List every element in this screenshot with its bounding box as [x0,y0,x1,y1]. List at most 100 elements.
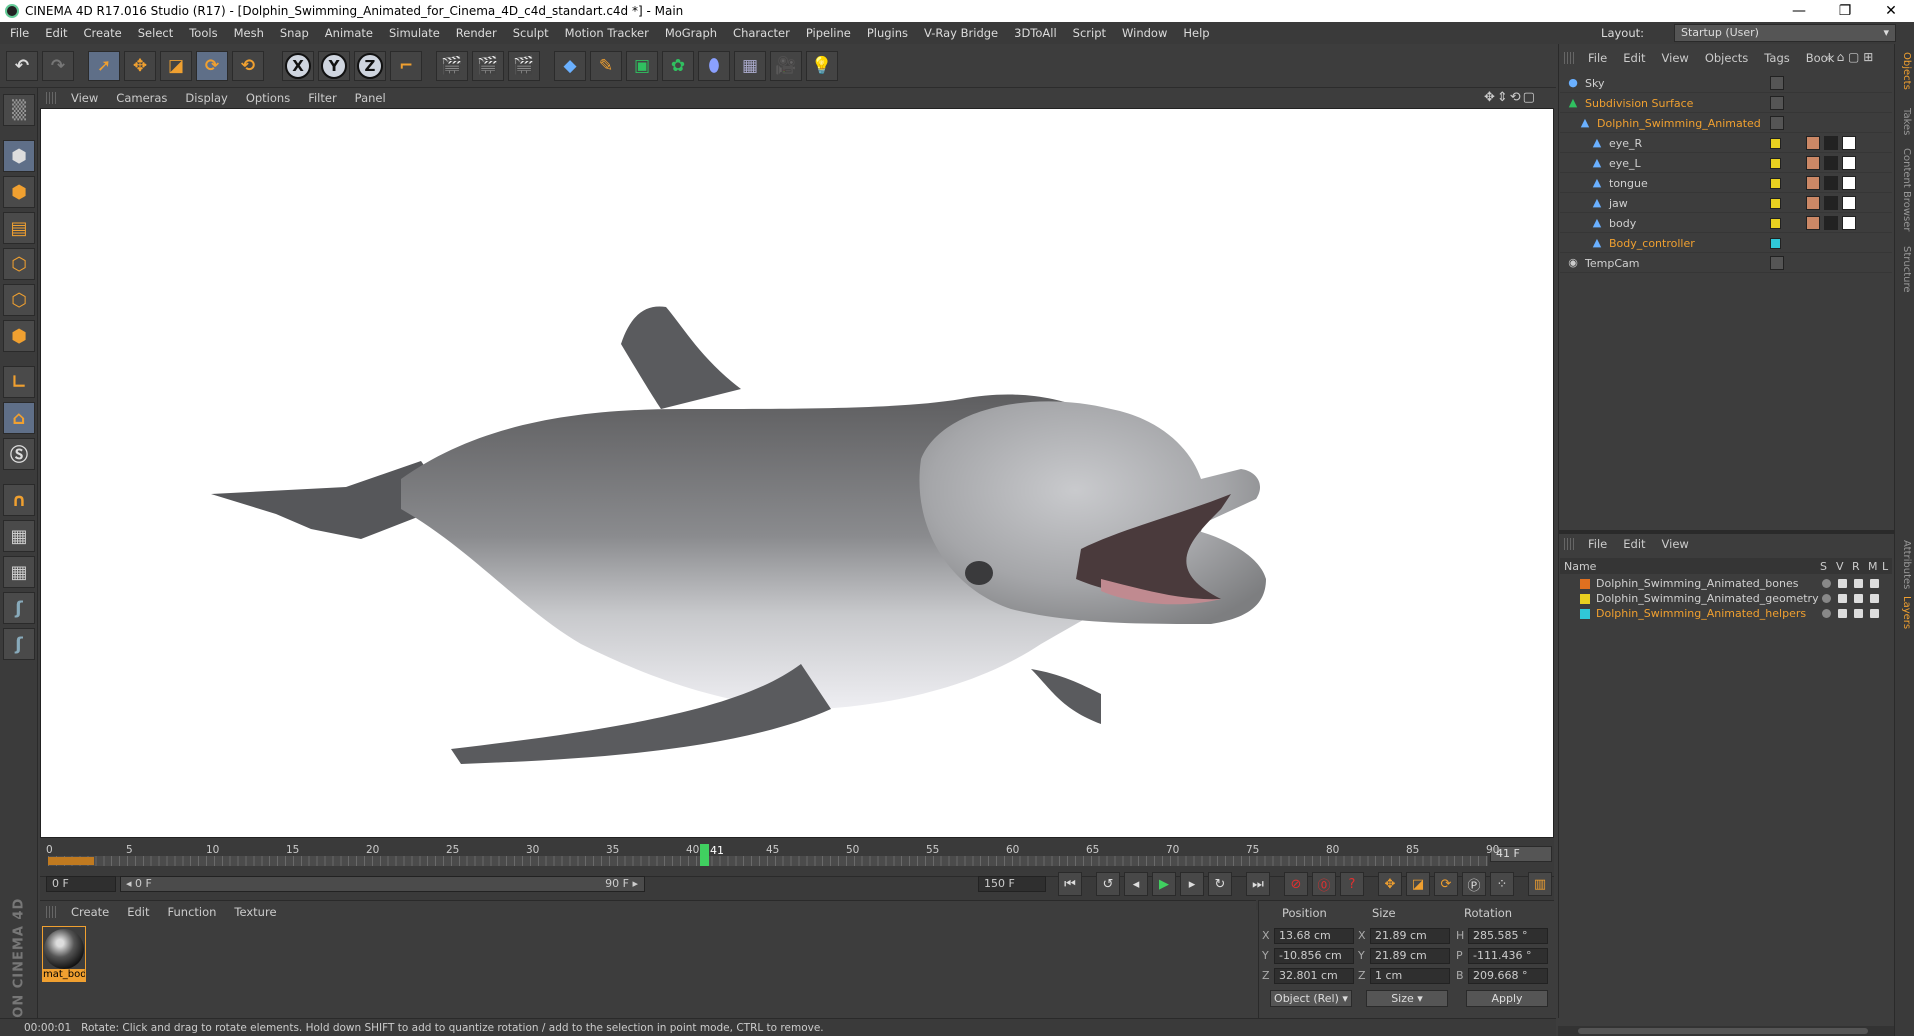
menu-mesh[interactable]: Mesh [226,26,272,40]
close-button[interactable]: ✕ [1868,0,1914,22]
rotation-b-field[interactable]: 209.668 ° [1468,968,1548,984]
side-tab-content-browser[interactable]: Content Browser [1901,148,1912,231]
material-tag-icon[interactable] [1806,196,1820,210]
viewport-menu-view[interactable]: View [62,91,107,105]
polygons-mode-button[interactable]: ⬢ [3,320,35,352]
add-deformer-button[interactable]: ⬮ [698,51,730,81]
next-frame-button[interactable]: ▸ [1180,872,1204,896]
timeline-track[interactable] [48,856,1488,866]
recent-tool-button[interactable]: ⟲ [232,51,264,81]
python-script-button[interactable]: ʃ [3,592,35,624]
menu-sculpt[interactable]: Sculpt [505,26,557,40]
next-key-button[interactable]: ↻ [1208,872,1232,896]
scrollbar-thumb[interactable] [1578,1028,1868,1034]
viewport-menu-panel[interactable]: Panel [346,91,395,105]
object-menu-edit[interactable]: Edit [1615,51,1653,65]
coordinate-mode-select[interactable]: Object (Rel) ▾ [1270,990,1352,1007]
menu-snap[interactable]: Snap [272,26,317,40]
viewport-menu-display[interactable]: Display [176,91,236,105]
viewport[interactable] [40,108,1554,838]
object-menu-view[interactable]: View [1654,51,1697,65]
material-tag-icon[interactable] [1842,176,1856,190]
render-toggle[interactable] [1854,594,1863,603]
size-x-field[interactable]: 21.89 cm [1370,928,1450,944]
menu-tools[interactable]: Tools [181,26,225,40]
visible-toggle[interactable] [1838,594,1847,603]
menu-animate[interactable]: Animate [317,26,381,40]
viewport-menu-filter[interactable]: Filter [299,91,345,105]
material-tag-icon[interactable] [1842,216,1856,230]
visibility-toggle[interactable] [1770,76,1784,90]
texture-mode-button[interactable]: ⬢ [3,176,35,208]
preview-range-slider[interactable]: ◂ 0 F 90 F ▸ [120,876,645,892]
autokey-button[interactable]: ⓪ [1312,872,1336,896]
side-tab-structure[interactable]: Structure [1901,246,1912,293]
add-subdivision-button[interactable]: ▣ [626,51,658,81]
x-axis-button[interactable]: X [282,51,314,81]
material-tag-icon[interactable] [1824,196,1838,210]
add-light-button[interactable]: 💡 [806,51,838,81]
key-scale-button[interactable]: ◪ [1406,872,1430,896]
material-menu-function[interactable]: Function [159,905,226,919]
add-spline-button[interactable]: ✎ [590,51,622,81]
menu-motion-tracker[interactable]: Motion Tracker [557,26,657,40]
manager-toggle[interactable] [1870,609,1879,618]
menu-simulate[interactable]: Simulate [381,26,448,40]
render-picture-viewer-button[interactable]: 🎬 [472,51,504,81]
keyframe-selection-button[interactable]: ? [1340,872,1364,896]
manager-toggle[interactable] [1870,579,1879,588]
live-selection-button[interactable]: ➚ [88,51,120,81]
side-tab-takes[interactable]: Takes [1901,108,1912,135]
key-position-button[interactable]: ✥ [1378,872,1402,896]
timeline-window-button[interactable]: ▥ [1528,872,1552,896]
menu-pipeline[interactable]: Pipeline [798,26,859,40]
material-menu-create[interactable]: Create [62,905,118,919]
undo-button[interactable]: ↶ [6,51,38,81]
material-menu-edit[interactable]: Edit [118,905,158,919]
key-pla-button[interactable]: ⁘ [1490,872,1514,896]
key-parameter-button[interactable]: Ⓟ [1462,872,1486,896]
solo-toggle[interactable] [1822,579,1831,588]
dolphin-model[interactable] [41,109,1553,837]
previous-key-button[interactable]: ↺ [1096,872,1120,896]
object-menu-objects[interactable]: Objects [1697,51,1756,65]
size-z-field[interactable]: 1 cm [1370,968,1450,984]
solo-toggle[interactable] [1822,594,1831,603]
menu-script[interactable]: Script [1065,26,1114,40]
workplane-mode-button[interactable]: ▤ [3,212,35,244]
layer-menu-view[interactable]: View [1654,537,1697,551]
layer-menu-file[interactable]: File [1580,537,1615,551]
menu-mograph[interactable]: MoGraph [657,26,725,40]
object-row[interactable]: ▲ tongue [1560,174,1892,193]
scale-tool-button[interactable]: ◪ [160,51,192,81]
object-row[interactable]: ▲ Subdivision Surface [1560,94,1892,113]
menu-create[interactable]: Create [76,26,130,40]
rotation-h-field[interactable]: 285.585 ° [1468,928,1548,944]
playhead[interactable] [700,844,709,866]
material-tag-icon[interactable] [1806,176,1820,190]
render-view-button[interactable]: 🎬 [436,51,468,81]
object-row[interactable]: ▲ Dolphin_Swimming_Animated [1560,114,1892,133]
z-axis-button[interactable]: Z [354,51,386,81]
manager-toggle[interactable] [1870,594,1879,603]
menu-plugins[interactable]: Plugins [859,26,916,40]
material-tag-icon[interactable] [1824,216,1838,230]
lock-workplane-button[interactable]: ▦ [3,520,35,552]
add-floor-button[interactable]: ▦ [734,51,766,81]
points-mode-button[interactable]: ⬡ [3,248,35,280]
render-toggle[interactable] [1854,609,1863,618]
record-key-button[interactable]: ⊘ [1284,872,1308,896]
object-menu-tags[interactable]: Tags [1756,51,1797,65]
coordinate-system-button[interactable]: ⌐ [390,51,422,81]
go-to-end-button[interactable]: ⏭ [1246,872,1270,896]
object-row[interactable]: ▲ eye_L [1560,154,1892,173]
make-editable-button[interactable]: ▒ [3,94,35,126]
viewport-menu-options[interactable]: Options [237,91,299,105]
object-row[interactable]: ▲ Body_controller [1560,234,1892,253]
layer-row[interactable]: Dolphin_Swimming_Animated_helpers [1560,606,1892,621]
previous-frame-button[interactable]: ◂ [1124,872,1148,896]
position-y-field[interactable]: -10.856 cm [1274,948,1354,964]
y-axis-button[interactable]: Y [318,51,350,81]
size-y-field[interactable]: 21.89 cm [1370,948,1450,964]
start-frame-field[interactable]: 0 F [46,876,116,892]
